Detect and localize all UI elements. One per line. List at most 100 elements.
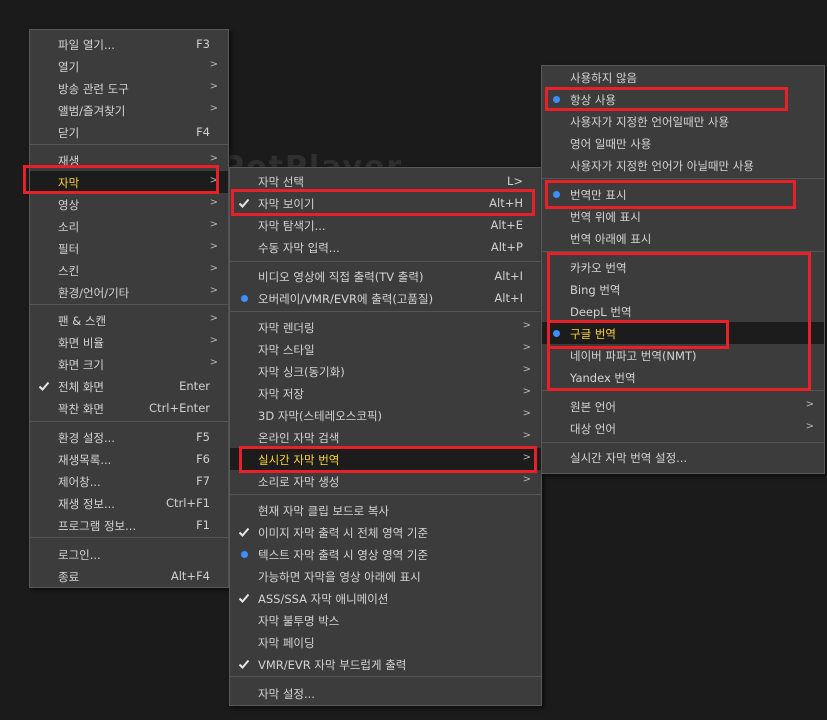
subtitle-item-16[interactable]: 텍스트 자막 출력 시 영상 영역 기준: [230, 543, 541, 565]
subtitle-item-6[interactable]: 자막 렌더링 >: [230, 316, 541, 338]
menu-item-shortcut: Alt+P: [490, 240, 523, 254]
menu-item-label: 가능하면 자막을 영상 아래에 표시: [258, 570, 421, 584]
main-item-16[interactable]: 꽉찬 화면 Ctrl+Enter: [30, 397, 228, 419]
subtitle-item-21[interactable]: VMR/EVR 자막 부드럽게 출력: [230, 653, 541, 675]
subtitle-item-0[interactable]: 자막 선택 L>: [230, 170, 541, 192]
subtitle-item-1[interactable]: 자막 보이기 Alt+H: [230, 192, 541, 214]
menu-item-label: 영상: [58, 198, 80, 212]
translate-item-4[interactable]: 사용자가 지정한 언어가 아닐때만 사용: [542, 154, 824, 176]
translate-item-0[interactable]: 사용하지 않음: [542, 66, 824, 88]
menu-item-label: 팬 & 스캔: [58, 314, 107, 328]
subtitle-item-8[interactable]: 자막 싱크(동기화) >: [230, 360, 541, 382]
subtitle-item-20[interactable]: 자막 페이딩: [230, 631, 541, 653]
submenu-arrow-icon: >: [522, 320, 531, 331]
translate-item-5[interactable]: 번역만 표시: [542, 183, 824, 205]
checkmark-icon: [238, 197, 250, 209]
subtitle-item-5[interactable]: 오버레이/VMR/EVR에 출력(고품질) Alt+I: [230, 287, 541, 309]
translate-item-10[interactable]: DeepL 번역: [542, 300, 824, 322]
main-item-7[interactable]: 영상 >: [30, 193, 228, 215]
menu-separator: [30, 421, 228, 422]
translate-item-13[interactable]: Yandex 번역: [542, 366, 824, 388]
main-item-20[interactable]: 재생 정보... Ctrl+F1: [30, 492, 228, 514]
subtitle-item-4[interactable]: 비디오 영상에 직접 출력(TV 출력) Alt+I: [230, 265, 541, 287]
subtitle-item-9[interactable]: 자막 저장 >: [230, 382, 541, 404]
translate-item-8[interactable]: 카카오 번역: [542, 256, 824, 278]
menu-item-label: 3D 자막(스테레오스코픽): [258, 409, 383, 423]
subtitle-item-14[interactable]: 현재 자막 클립 보드로 복사: [230, 499, 541, 521]
menu-item-label: 자막 탐색기...: [258, 219, 326, 233]
translate-item-15[interactable]: 대상 언어 >: [542, 417, 824, 439]
subtitle-item-7[interactable]: 자막 스타일 >: [230, 338, 541, 360]
translate-item-7[interactable]: 번역 아래에 표시: [542, 227, 824, 249]
subtitle-item-19[interactable]: 자막 불투명 박스: [230, 609, 541, 631]
main-item-18[interactable]: 재생목록... F6: [30, 448, 228, 470]
translate-item-14[interactable]: 원본 언어 >: [542, 395, 824, 417]
menu-item-label: ASS/SSA 자막 애니메이션: [258, 592, 389, 606]
subtitle-item-12[interactable]: 실시간 자막 번역 >: [230, 448, 541, 470]
menu-item-shortcut: F3: [196, 37, 210, 51]
menu-item-label: 항상 사용: [570, 93, 616, 107]
subtitle-item-17[interactable]: 가능하면 자막을 영상 아래에 표시: [230, 565, 541, 587]
translate-item-12[interactable]: 네이버 파파고 번역(NMT): [542, 344, 824, 366]
translate-item-6[interactable]: 번역 위에 표시: [542, 205, 824, 227]
subtitle-submenu: 자막 선택 L> 자막 보이기 Alt+H 자막 탐색기... Alt+E 수동 자막 입력…: [229, 167, 542, 706]
translate-item-3[interactable]: 영어 일때만 사용: [542, 132, 824, 154]
main-item-21[interactable]: 프로그램 정보... F1: [30, 514, 228, 536]
main-item-17[interactable]: 환경 설정... F5: [30, 426, 228, 448]
subtitle-item-11[interactable]: 온라인 자막 검색 >: [230, 426, 541, 448]
submenu-arrow-icon: >: [209, 153, 218, 164]
menu-item-shortcut: Alt+E: [490, 218, 523, 232]
menu-item-label: 자막 보이기: [258, 197, 315, 211]
menu-item-label: 스킨: [58, 264, 80, 278]
checkmark-icon: [238, 526, 250, 538]
translate-item-2[interactable]: 사용자가 지정한 언어일때만 사용: [542, 110, 824, 132]
subtitle-item-10[interactable]: 3D 자막(스테레오스코픽) >: [230, 404, 541, 426]
main-item-5[interactable]: 재생 >: [30, 149, 228, 171]
main-item-14[interactable]: 화면 크기 >: [30, 353, 228, 375]
subtitle-item-13[interactable]: 소리로 자막 생성 >: [230, 470, 541, 492]
menu-item-label: 자막 렌더링: [258, 321, 315, 335]
menu-item-shortcut: Ctrl+Enter: [149, 401, 210, 415]
main-item-1[interactable]: 열기 >: [30, 55, 228, 77]
menu-item-label: 사용하지 않음: [570, 71, 638, 85]
main-item-4[interactable]: 닫기 F4: [30, 121, 228, 143]
menu-item-shortcut: Alt+F4: [170, 569, 210, 583]
main-item-10[interactable]: 스킨 >: [30, 259, 228, 281]
menu-item-label: 자막: [58, 176, 80, 190]
main-item-9[interactable]: 필터 >: [30, 237, 228, 259]
subtitle-item-2[interactable]: 자막 탐색기... Alt+E: [230, 214, 541, 236]
subtitle-item-18[interactable]: ASS/SSA 자막 애니메이션: [230, 587, 541, 609]
subtitle-item-3[interactable]: 수동 자막 입력... Alt+P: [230, 236, 541, 258]
radio-dot-icon: [241, 295, 248, 302]
translate-item-11[interactable]: 구글 번역: [542, 322, 824, 344]
submenu-arrow-icon: >: [522, 452, 531, 463]
main-item-12[interactable]: 팬 & 스캔 >: [30, 309, 228, 331]
main-item-11[interactable]: 환경/언어/기타 >: [30, 281, 228, 303]
main-item-22[interactable]: 로그인...: [30, 543, 228, 565]
translate-item-1[interactable]: 항상 사용: [542, 88, 824, 110]
main-item-13[interactable]: 화면 비율 >: [30, 331, 228, 353]
main-item-2[interactable]: 방송 관련 도구 >: [30, 77, 228, 99]
main-item-3[interactable]: 앨범/즐겨찾기 >: [30, 99, 228, 121]
main-item-15[interactable]: 전체 화면 Enter: [30, 375, 228, 397]
subtitle-item-22[interactable]: 자막 설정...: [230, 682, 541, 704]
subtitle-item-15[interactable]: 이미지 자막 출력 시 전체 영역 기준: [230, 521, 541, 543]
main-item-19[interactable]: 제어창... F7: [30, 470, 228, 492]
main-item-8[interactable]: 소리 >: [30, 215, 228, 237]
menu-item-label: 로그인...: [58, 548, 101, 562]
translate-item-9[interactable]: Bing 번역: [542, 278, 824, 300]
menu-item-shortcut: Alt+I: [494, 269, 523, 283]
menu-item-label: 영어 일때만 사용: [570, 137, 652, 151]
translate-item-16[interactable]: 실시간 자막 번역 설정...: [542, 446, 824, 468]
submenu-arrow-icon: >: [209, 81, 218, 92]
submenu-arrow-icon: >: [522, 474, 531, 485]
radio-dot-icon: [241, 551, 248, 558]
menu-item-label: 번역 위에 표시: [570, 210, 641, 224]
main-item-0[interactable]: 파일 열기... F3: [30, 33, 228, 55]
menu-item-label: 종료: [58, 570, 80, 584]
main-item-23[interactable]: 종료 Alt+F4: [30, 565, 228, 587]
menu-separator: [542, 251, 824, 252]
checkmark-icon: [238, 658, 250, 670]
menu-item-label: Yandex 번역: [570, 371, 636, 385]
main-item-6[interactable]: 자막 >: [30, 171, 228, 193]
